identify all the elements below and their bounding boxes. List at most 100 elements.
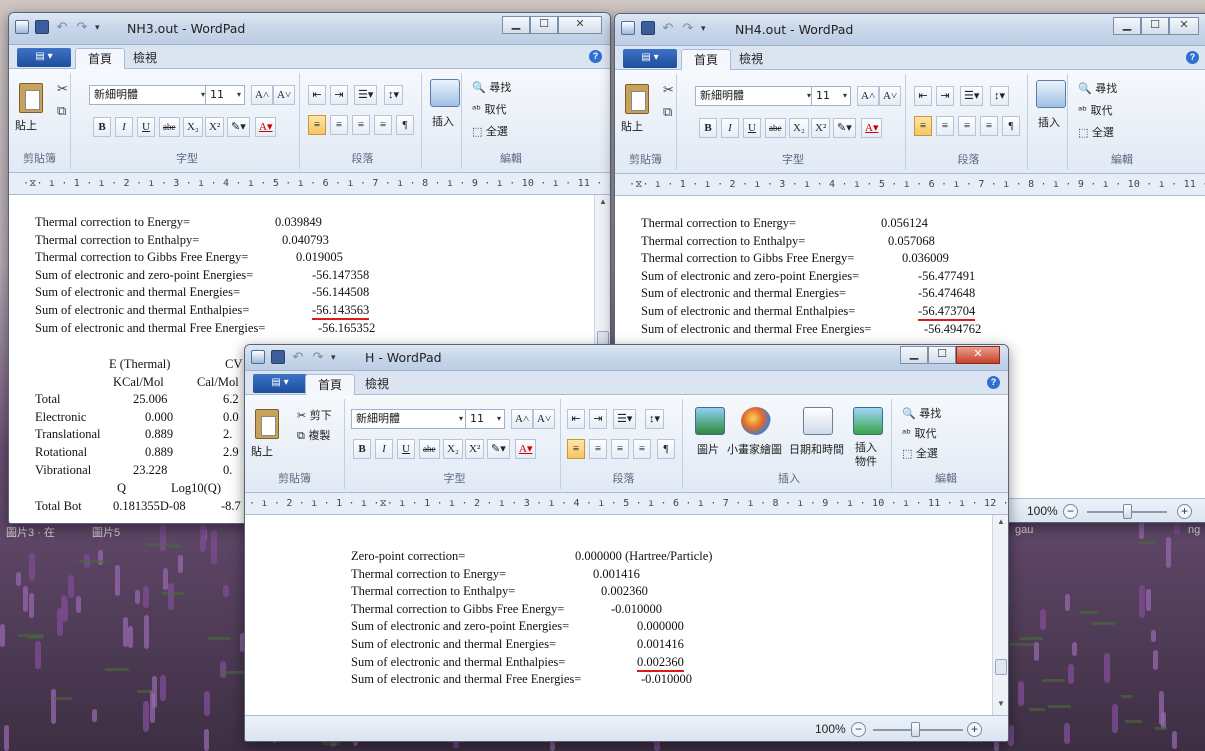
strikethrough-button[interactable]: abe bbox=[159, 117, 180, 137]
paint-icon[interactable] bbox=[741, 407, 771, 435]
replace-button[interactable]: ᵃᵇ 取代 bbox=[472, 101, 507, 117]
paste-icon[interactable] bbox=[625, 84, 649, 114]
close-button[interactable]: ✕ bbox=[1169, 17, 1199, 35]
bold-button[interactable]: B bbox=[699, 118, 717, 138]
underline-button[interactable]: U bbox=[137, 117, 155, 137]
help-icon[interactable]: ? bbox=[1186, 51, 1199, 64]
scroll-down-icon[interactable]: ▼ bbox=[993, 699, 1008, 713]
grow-font-button[interactable]: A˄ bbox=[857, 86, 880, 106]
justify-icon[interactable]: ≡ bbox=[633, 439, 651, 459]
minimize-button[interactable]: ▁ bbox=[1113, 17, 1141, 35]
decrease-indent-icon[interactable]: ⇤ bbox=[914, 86, 932, 106]
maximize-button[interactable]: ☐ bbox=[530, 16, 558, 34]
zoom-slider-thumb[interactable] bbox=[911, 722, 920, 737]
paragraph-icon[interactable]: ¶ bbox=[1002, 116, 1020, 136]
zoom-out-button[interactable]: − bbox=[851, 722, 866, 737]
save-icon[interactable] bbox=[641, 21, 655, 35]
minimize-button[interactable]: ▁ bbox=[502, 16, 530, 34]
align-left-icon[interactable]: ≡ bbox=[308, 115, 326, 135]
select-all-button[interactable]: ⬚ 全選 bbox=[1078, 124, 1114, 140]
app-menu-button[interactable]: ▤ ▾ bbox=[623, 49, 677, 68]
tab-home[interactable]: 首頁 bbox=[305, 374, 356, 396]
bullets-icon[interactable]: ☰▾ bbox=[613, 409, 637, 429]
highlight-color-icon[interactable]: ✎▾ bbox=[227, 117, 250, 137]
insert-button-label[interactable]: 插入 bbox=[432, 113, 454, 129]
superscript-button[interactable]: X² bbox=[205, 117, 225, 137]
close-button[interactable]: ✕ bbox=[558, 16, 602, 34]
close-button[interactable]: ✕ bbox=[956, 346, 1000, 364]
justify-icon[interactable]: ≡ bbox=[980, 116, 998, 136]
insert-icon[interactable] bbox=[1036, 80, 1066, 108]
undo-icon[interactable]: ↶ bbox=[55, 20, 69, 34]
tab-home[interactable]: 首頁 bbox=[681, 49, 732, 71]
title-bar[interactable]: ↶ ↷ ▾ NH4.out - WordPad ▁ ☐ ✕ bbox=[615, 14, 1205, 46]
undo-icon[interactable]: ↶ bbox=[291, 350, 305, 364]
picture-icon[interactable] bbox=[695, 407, 725, 435]
insert-icon[interactable] bbox=[430, 79, 460, 107]
tab-view[interactable]: 檢視 bbox=[727, 49, 775, 71]
font-color-icon[interactable]: A▾ bbox=[861, 118, 883, 138]
increase-indent-icon[interactable]: ⇥ bbox=[589, 409, 607, 429]
font-color-icon[interactable]: A▾ bbox=[255, 117, 277, 137]
insert-object-icon[interactable] bbox=[853, 407, 883, 435]
replace-button[interactable]: ᵃᵇ 取代 bbox=[1078, 102, 1113, 118]
italic-button[interactable]: I bbox=[375, 439, 393, 459]
subscript-button[interactable]: X₂ bbox=[183, 117, 203, 137]
line-spacing-icon[interactable]: ↕▾ bbox=[384, 85, 404, 105]
customize-qat-icon[interactable]: ▾ bbox=[701, 23, 706, 34]
scroll-thumb[interactable] bbox=[597, 331, 609, 345]
find-button[interactable]: 🔍 尋找 bbox=[472, 79, 511, 95]
scroll-up-icon[interactable]: ▲ bbox=[595, 197, 610, 211]
help-icon[interactable]: ? bbox=[589, 50, 602, 63]
vertical-scrollbar[interactable]: ▲ ▼ bbox=[992, 515, 1008, 715]
font-color-icon[interactable]: A▾ bbox=[515, 439, 537, 459]
font-name-combo[interactable]: 新細明體 ▾ bbox=[351, 409, 467, 429]
ruler[interactable]: · ı · 2 · ı · 1 · ı ·⧖· ı · 1 · ı · 2 · … bbox=[245, 493, 1008, 515]
bold-button[interactable]: B bbox=[353, 439, 371, 459]
align-right-icon[interactable]: ≡ bbox=[352, 115, 370, 135]
decrease-indent-icon[interactable]: ⇤ bbox=[567, 409, 585, 429]
cut-icon[interactable]: ✂ bbox=[57, 81, 68, 97]
font-name-combo[interactable]: 新細明體 ▾ bbox=[695, 86, 815, 106]
paragraph-icon[interactable]: ¶ bbox=[396, 115, 414, 135]
copy-icon[interactable]: ⧉ bbox=[663, 104, 672, 120]
help-icon[interactable]: ? bbox=[987, 376, 1000, 389]
strikethrough-button[interactable]: abe bbox=[765, 118, 786, 138]
cut-button[interactable]: ✂ 剪下 bbox=[297, 407, 332, 423]
copy-icon[interactable]: ⧉ bbox=[57, 103, 66, 119]
bullets-icon[interactable]: ☰▾ bbox=[354, 85, 378, 105]
font-size-combo[interactable]: 11 ▾ bbox=[465, 409, 505, 429]
align-left-icon[interactable]: ≡ bbox=[914, 116, 932, 136]
select-all-button[interactable]: ⬚ 全選 bbox=[472, 123, 508, 139]
date-time-button-label[interactable]: 日期和時間 bbox=[789, 441, 844, 457]
picture-button-label[interactable]: 圖片 bbox=[697, 441, 719, 457]
document-area[interactable]: Zero-point correction= 0.000000 (Hartree/… bbox=[245, 515, 992, 715]
align-left-icon[interactable]: ≡ bbox=[567, 439, 585, 459]
select-all-button[interactable]: ⬚ 全選 bbox=[902, 445, 938, 461]
maximize-button[interactable]: ☐ bbox=[1141, 17, 1169, 35]
shrink-font-button[interactable]: A˅ bbox=[273, 85, 296, 105]
paste-button-label[interactable]: 貼上 bbox=[15, 117, 37, 133]
align-center-icon[interactable]: ≡ bbox=[589, 439, 607, 459]
line-spacing-icon[interactable]: ↕▾ bbox=[645, 409, 665, 429]
ruler[interactable]: ·⧖· ı · 1 · ı · 2 · ı · 3 · ı · 4 · ı · … bbox=[9, 173, 610, 195]
underline-button[interactable]: U bbox=[743, 118, 761, 138]
save-icon[interactable] bbox=[271, 350, 285, 364]
title-bar[interactable]: ↶ ↷ ▾ H - WordPad ▁ ☐ ✕ bbox=[245, 345, 1008, 371]
increase-indent-icon[interactable]: ⇥ bbox=[936, 86, 954, 106]
ruler[interactable]: ·⧖· ı · 1 · ı · 2 · ı · 3 · ı · 4 · ı · … bbox=[615, 174, 1205, 196]
font-name-combo[interactable]: 新細明體 ▾ bbox=[89, 85, 209, 105]
font-size-combo[interactable]: 11 ▾ bbox=[811, 86, 851, 106]
underline-button[interactable]: U bbox=[397, 439, 415, 459]
wordpad-app-icon[interactable] bbox=[251, 350, 265, 364]
line-spacing-icon[interactable]: ↕▾ bbox=[990, 86, 1010, 106]
italic-button[interactable]: I bbox=[721, 118, 739, 138]
save-icon[interactable] bbox=[35, 20, 49, 34]
superscript-button[interactable]: X² bbox=[465, 439, 485, 459]
align-right-icon[interactable]: ≡ bbox=[958, 116, 976, 136]
insert-button-label[interactable]: 插入 bbox=[1038, 114, 1060, 130]
undo-icon[interactable]: ↶ bbox=[661, 21, 675, 35]
justify-icon[interactable]: ≡ bbox=[374, 115, 392, 135]
align-center-icon[interactable]: ≡ bbox=[936, 116, 954, 136]
shrink-font-button[interactable]: A˅ bbox=[533, 409, 556, 429]
